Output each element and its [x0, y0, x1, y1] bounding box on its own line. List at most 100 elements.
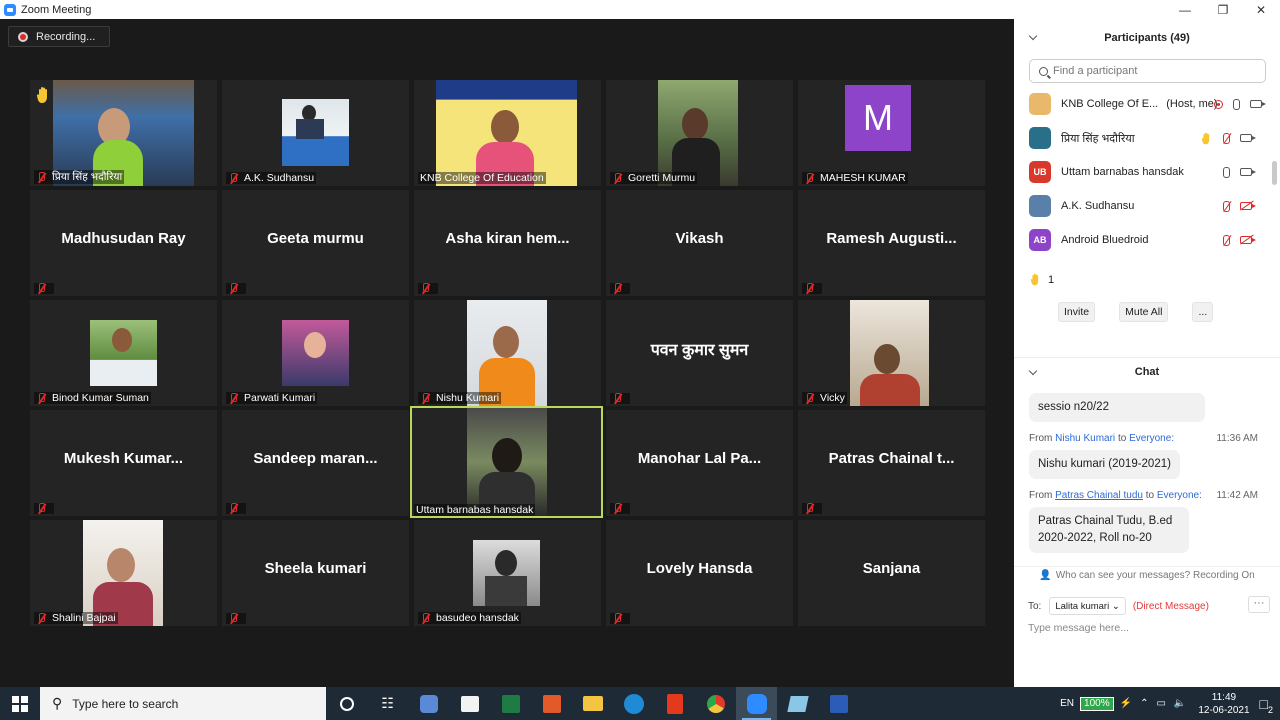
notification-icon[interactable]: □ 2: [1260, 696, 1273, 715]
participant-video: [467, 300, 547, 406]
maximize-button[interactable]: ❐: [1204, 0, 1242, 19]
video-tile[interactable]: Vicky: [798, 300, 985, 406]
video-tile[interactable]: Manohar Lal Pa...: [606, 410, 793, 516]
cortana-button[interactable]: [326, 687, 367, 720]
video-tile[interactable]: Vikash: [606, 190, 793, 296]
mic-icon[interactable]: [1223, 166, 1230, 178]
close-button[interactable]: ✕: [1242, 0, 1280, 19]
participant-name: Ramesh Augusti...: [826, 230, 957, 247]
muted-mic-icon: [228, 283, 239, 294]
volume-icon[interactable]: 🔈: [1174, 698, 1186, 709]
chevron-down-icon[interactable]: [1028, 366, 1038, 376]
video-tile[interactable]: Mukesh Kumar...: [30, 410, 217, 516]
participant-label: Nishu Kumari: [418, 392, 502, 404]
camera-icon[interactable]: [1240, 168, 1256, 176]
muted-mic-icon: [804, 283, 815, 294]
chat-header: Chat: [1014, 357, 1280, 385]
video-tile[interactable]: Patras Chainal t...: [798, 410, 985, 516]
video-tile[interactable]: Asha kiran hem...: [414, 190, 601, 296]
participant-avatar: [1029, 93, 1051, 115]
camera-icon[interactable]: [1250, 100, 1266, 108]
participant-row[interactable]: AB Android Bluedroid: [1014, 223, 1280, 257]
video-tile[interactable]: Sheela kumari: [222, 520, 409, 626]
chrome-icon[interactable]: [695, 687, 736, 720]
chat-input[interactable]: Type message here...: [1028, 622, 1129, 634]
participant-scrollbar[interactable]: [1272, 161, 1277, 185]
muted-mic-icon[interactable]: [1223, 132, 1230, 144]
app-icon[interactable]: [531, 687, 572, 720]
recipient-dropdown[interactable]: Lalita kumari ⌄: [1049, 597, 1126, 615]
participants-title: Participants (49): [1104, 32, 1190, 44]
video-tile[interactable]: Ramesh Augusti...: [798, 190, 985, 296]
power-icon[interactable]: ⚡: [1120, 698, 1132, 709]
chevron-down-icon[interactable]: [1028, 31, 1038, 41]
task-view-button[interactable]: ☷: [367, 687, 408, 720]
store-icon[interactable]: [449, 687, 490, 720]
participant-video: [850, 300, 929, 406]
window-controls: — ❐ ✕: [1014, 0, 1280, 19]
language-indicator[interactable]: EN: [1060, 698, 1074, 709]
video-tile[interactable]: A.K. Sudhansu: [222, 80, 409, 186]
video-tile[interactable]: Sandeep maran...: [222, 410, 409, 516]
taskbar-search-input[interactable]: ⚲ Type here to search: [40, 687, 326, 720]
participant-avatar: M: [845, 85, 911, 151]
video-tile[interactable]: Madhusudan Ray: [30, 190, 217, 296]
raised-hands-count: 1: [1030, 273, 1280, 286]
video-tile[interactable]: Goretti Murmu: [606, 80, 793, 186]
app-icon[interactable]: [777, 687, 818, 720]
network-icon[interactable]: ▭: [1156, 698, 1165, 709]
clock[interactable]: 11:49 12-06-2021: [1198, 691, 1249, 717]
muted-mic-icon[interactable]: [1223, 200, 1230, 212]
file-explorer-icon[interactable]: [572, 687, 613, 720]
participant-row[interactable]: प्रिया सिंह भदौरिया: [1014, 121, 1280, 155]
participant-row[interactable]: KNB College Of E... (Host, me): [1014, 87, 1280, 121]
muted-mic-icon: [612, 283, 623, 294]
chat-message: Nishu kumari (2019-2021): [1014, 450, 1280, 479]
video-tile[interactable]: Shalini Bajpai: [30, 520, 217, 626]
participant-avatar: [1029, 127, 1051, 149]
start-button[interactable]: [0, 687, 40, 720]
who-can-see-link[interactable]: 👤 Who can see your messages? Recording O…: [1014, 566, 1280, 584]
participant-row[interactable]: A.K. Sudhansu: [1014, 189, 1280, 223]
battery-indicator[interactable]: 100%: [1080, 696, 1114, 711]
video-tile[interactable]: Parwati Kumari: [222, 300, 409, 406]
video-tile[interactable]: M MAHESH KUMAR: [798, 80, 985, 186]
app-icon[interactable]: [408, 687, 449, 720]
video-tile[interactable]: KNB College Of Education: [414, 80, 601, 186]
video-tile[interactable]: Binod Kumar Suman: [30, 300, 217, 406]
video-tile[interactable]: Lovely Hansda: [606, 520, 793, 626]
mute-all-button[interactable]: Mute All: [1119, 302, 1169, 322]
video-tile[interactable]: Sanjana: [798, 520, 985, 626]
camera-icon[interactable]: [1240, 134, 1256, 142]
office-icon[interactable]: [654, 687, 695, 720]
muted-mic-icon[interactable]: [1223, 234, 1230, 246]
participant-row[interactable]: UB Uttam barnabas hansdak: [1014, 155, 1280, 189]
excel-icon[interactable]: [490, 687, 531, 720]
minimize-button[interactable]: —: [1166, 0, 1204, 19]
chevron-up-icon[interactable]: ⌃: [1140, 698, 1148, 709]
participant-search-input[interactable]: Find a participant: [1029, 59, 1266, 83]
zoom-taskbar-icon[interactable]: [736, 687, 777, 720]
word-icon[interactable]: [818, 687, 859, 720]
camera-off-icon[interactable]: [1240, 202, 1256, 210]
video-tile[interactable]: basudeo hansdak: [414, 520, 601, 626]
video-tile[interactable]: प्रिया सिंह भदौरिया: [30, 80, 217, 186]
invite-button[interactable]: Invite: [1058, 302, 1096, 322]
chat-more-button[interactable]: ···: [1248, 596, 1270, 613]
video-tile[interactable]: Geeta murmu: [222, 190, 409, 296]
participant-label: Goretti Murmu: [610, 172, 698, 184]
participant-label: [610, 393, 630, 404]
camera-off-icon[interactable]: [1240, 236, 1256, 244]
more-options-button[interactable]: ...: [1192, 302, 1214, 322]
edge-icon[interactable]: [613, 687, 654, 720]
recording-indicator[interactable]: Recording...: [8, 26, 110, 47]
participant-name: Manohar Lal Pa...: [637, 450, 762, 467]
active-speaker-tile[interactable]: Uttam barnabas hansdak: [410, 406, 603, 518]
muted-mic-icon: [228, 172, 239, 184]
participant-label: Uttam barnabas hansdak: [414, 504, 536, 516]
participant-label: [226, 503, 246, 514]
mic-icon[interactable]: [1233, 98, 1240, 110]
participant-label: Vicky: [802, 392, 847, 404]
video-tile[interactable]: पवन कुमार सुमन: [606, 300, 793, 406]
video-tile[interactable]: Nishu Kumari: [414, 300, 601, 406]
